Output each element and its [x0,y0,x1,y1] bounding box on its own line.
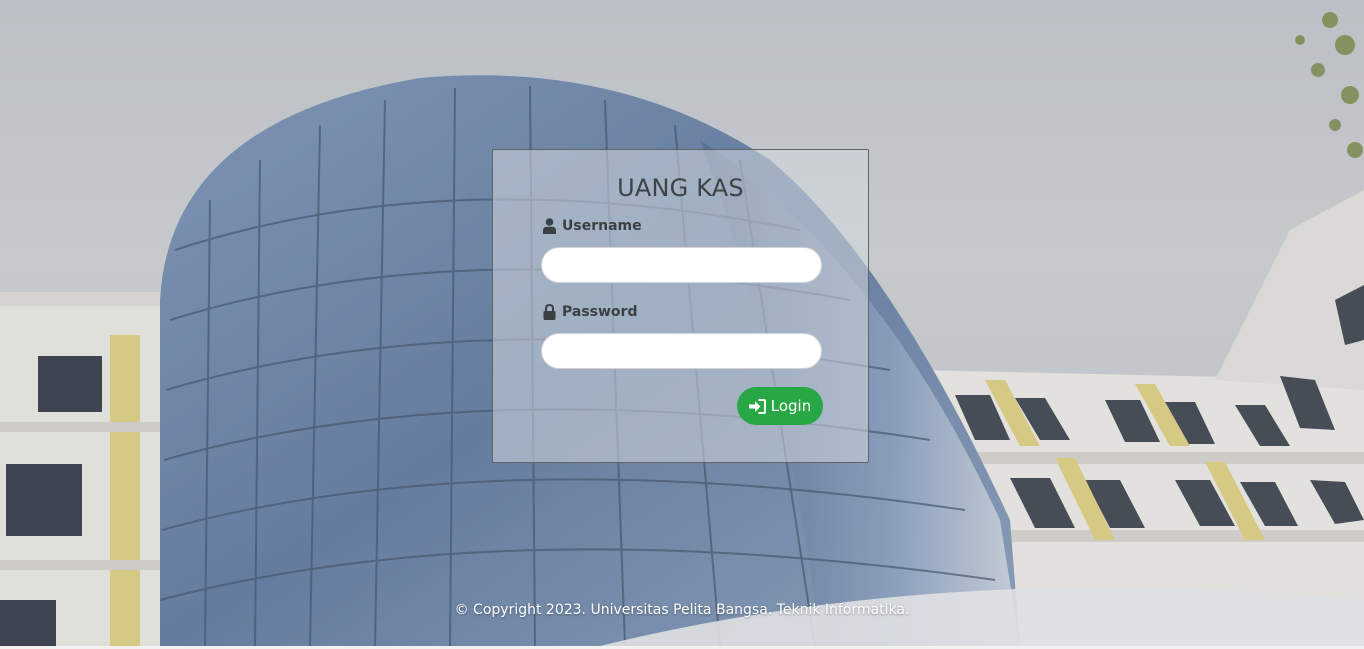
footer-copyright: © Copyright 2023. Universitas Pelita Ban… [454,602,910,618]
login-button[interactable]: Login [737,387,823,425]
login-button-label: Login [770,397,812,415]
login-card: UANG KAS Username Password Login [492,149,869,463]
sign-in-icon [748,398,766,414]
username-label-text: Username [562,218,642,234]
username-label: Username [543,218,642,234]
password-label-text: Password [562,304,638,320]
password-label: Password [543,304,637,320]
app-title: UANG KAS [617,174,744,202]
lock-icon [543,304,556,320]
password-input[interactable] [541,333,822,369]
username-input[interactable] [541,247,822,283]
user-icon [543,218,556,234]
